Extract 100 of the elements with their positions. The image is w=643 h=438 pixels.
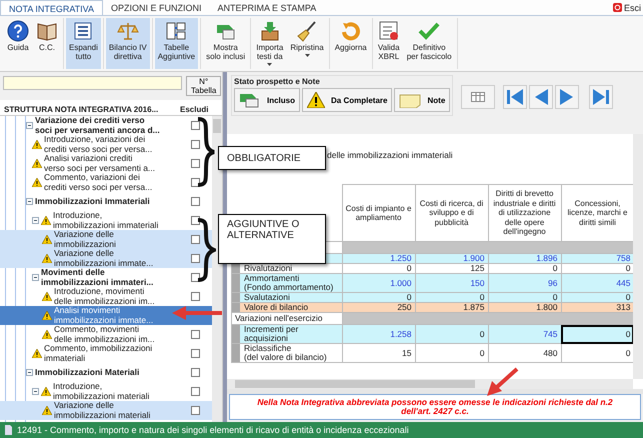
form-check-icon [378, 20, 400, 42]
ribbon-button[interactable]: Guida [4, 18, 32, 69]
first-button[interactable] [503, 85, 528, 109]
ribbon-button[interactable]: Espandi tutto [66, 18, 101, 69]
exclude-checkbox[interactable] [191, 235, 200, 244]
status-button[interactable]: Note [394, 88, 450, 112]
search-field[interactable] [3, 76, 182, 90]
warning-icon [42, 330, 52, 339]
exclude-checkbox[interactable] [191, 406, 200, 415]
tree-item[interactable]: Variazione dei crediti verso soci per versamenti ancora d... [0, 116, 212, 135]
status-button[interactable]: Incluso [234, 88, 300, 112]
exclude-checkbox[interactable] [191, 178, 200, 187]
exclude-checkbox[interactable] [191, 387, 200, 396]
ribbon-tab[interactable]: OPZIONI E FUNZIONI [103, 0, 210, 15]
tree-item[interactable]: Commento, variazioni dei crediti verso soci per versa... [0, 173, 212, 192]
row-label: Ammortamenti (Fondo ammortamento) [244, 273, 334, 292]
list-icon [72, 20, 94, 42]
scrollbar[interactable] [227, 379, 633, 389]
tree-item[interactable]: Movimenti delle immobilizzazioni immateri... [0, 268, 212, 287]
ribbon-button[interactable]: Ripristina [287, 18, 327, 69]
exclude-checkbox[interactable] [191, 349, 200, 358]
tree-item-label: Variazione dei crediti verso soci per versamenti ancora d... [35, 116, 160, 135]
ribbon-button[interactable]: Aggiorna [332, 18, 370, 69]
tree-item[interactable]: Introduzione, variazioni dei crediti verso soci per versa... [0, 135, 212, 154]
table-cell[interactable]: 0 [561, 324, 633, 344]
table-cell[interactable]: 1.000 [342, 274, 415, 292]
next-button[interactable] [555, 85, 580, 109]
tables-icon [165, 20, 188, 42]
warning-icon [307, 92, 326, 108]
section-label: Variazioni nell'esercizio [235, 313, 322, 323]
collapse-icon[interactable] [32, 388, 39, 395]
table-cell[interactable]: 745 [488, 324, 561, 344]
ribbon-button[interactable]: Mostra solo inclusi [203, 18, 248, 69]
status-text: 12491 - Commento, importo e natura dei singoli elementi di ricavo di entità o incidenza eccezionali [17, 425, 409, 435]
tree-item[interactable]: Analisi movimenti immobilizzazioni immate... [0, 306, 212, 325]
last-icon [592, 88, 610, 106]
collapse-icon[interactable] [26, 122, 33, 129]
tree-item-label: Immobilizzazioni Materiali [35, 368, 140, 378]
ribbon-button[interactable]: Importa testi da [253, 18, 286, 69]
tree-item[interactable]: Variazione delle immobilizzazioni [0, 230, 212, 249]
tree-item[interactable]: Analisi variazioni crediti verso soci per versamenti a... [0, 154, 212, 173]
table-cell[interactable]: 445 [561, 274, 633, 292]
brace-icon [196, 218, 216, 282]
table-cell[interactable]: 150 [415, 274, 488, 292]
collapse-icon[interactable] [26, 369, 33, 376]
tree-item[interactable]: Immobilizzazioni Immateriali [0, 192, 212, 211]
exclude-checkbox[interactable] [191, 330, 200, 339]
exclude-checkbox[interactable] [191, 159, 200, 168]
table-cell[interactable]: 0 [415, 344, 488, 362]
exclude-checkbox[interactable] [191, 292, 200, 301]
exclude-checkbox[interactable] [191, 273, 200, 282]
table-cell[interactable]: 0 [415, 324, 488, 344]
ribbon-button[interactable]: Definitivo per fascicolo [404, 18, 455, 69]
ribbon-button[interactable]: Tabelle Aggiuntive [154, 18, 198, 69]
ribbon-button[interactable]: Bilancio IV direttiva [106, 18, 150, 69]
caret-icon [304, 54, 310, 57]
tree-item[interactable]: Commento, immobilizzazioni immateriali [0, 344, 212, 363]
exclude-checkbox[interactable] [191, 140, 200, 149]
exclude-checkbox[interactable] [191, 254, 200, 263]
grid-button[interactable] [461, 85, 496, 109]
tree-item[interactable]: Variazione delle immobilizzazioni materiali [0, 401, 212, 420]
tree-item[interactable]: Variazione delle immobilizzazioni immate... [0, 249, 212, 268]
exclude-checkbox[interactable] [191, 121, 200, 130]
table-number-button[interactable]: N° Tabella [186, 76, 222, 96]
scales-icon [116, 20, 139, 42]
tree-item[interactable]: Introduzione, immobilizzazioni immateriali [0, 211, 212, 230]
ribbon-button[interactable]: C.C. [33, 18, 61, 69]
table-cell[interactable]: 15 [342, 344, 415, 362]
exclude-checkbox[interactable] [191, 368, 200, 377]
table-cell[interactable]: 480 [488, 344, 561, 362]
collapse-icon[interactable] [26, 198, 33, 205]
tree-item[interactable]: Commento, movimenti delle immobilizzazioni im... [0, 325, 212, 344]
warning-icon [32, 349, 42, 358]
tree-item-label: Variazione delle immobilizzazioni immate... [54, 249, 154, 268]
exclude-checkbox[interactable] [191, 216, 200, 225]
ribbon-button[interactable]: Valida XBRL [374, 18, 403, 69]
scrollbar[interactable] [633, 134, 643, 379]
ribbon-tab[interactable]: NOTA INTEGRATIVA [0, 0, 104, 15]
warning-icon [42, 254, 52, 263]
table-cell[interactable]: 1.258 [342, 324, 415, 344]
exclude-checkbox[interactable] [191, 197, 200, 206]
tree-item[interactable]: Introduzione, movimenti delle immobilizzazioni im... [0, 287, 212, 306]
previous-button[interactable] [529, 85, 554, 109]
table-cell[interactable]: 96 [488, 274, 561, 292]
collapse-icon[interactable] [32, 274, 39, 281]
table-cell[interactable]: 0 [561, 344, 633, 362]
status-button[interactable]: Da Completare [302, 88, 392, 112]
tree-item[interactable]: Immobilizzazioni Materiali [0, 363, 212, 382]
tree-item-label: Commento, variazioni dei crediti verso soci per versa... [44, 173, 152, 192]
warning-icon [42, 406, 52, 415]
warning-icon [32, 140, 42, 149]
tree-item[interactable]: Introduzione, immobilizzazioni materiali [0, 382, 212, 401]
last-button[interactable] [589, 85, 614, 109]
collapse-icon[interactable] [32, 217, 39, 224]
brush-icon [296, 20, 318, 42]
exit-button[interactable]: Esci [624, 2, 641, 12]
column-header: Costi di impianto e ampliamento [342, 184, 415, 242]
ribbon-tab[interactable]: ANTEPRIMA E STAMPA [210, 0, 324, 15]
message-text: Nella Nota Integrativa abbreviata possono essere omesse le indicazioni richieste dal n.2 dell'art. 2427 c.c. [256, 398, 614, 416]
tree-header: STRUTTURA NOTA INTEGRATIVA 2016... [3, 104, 160, 114]
